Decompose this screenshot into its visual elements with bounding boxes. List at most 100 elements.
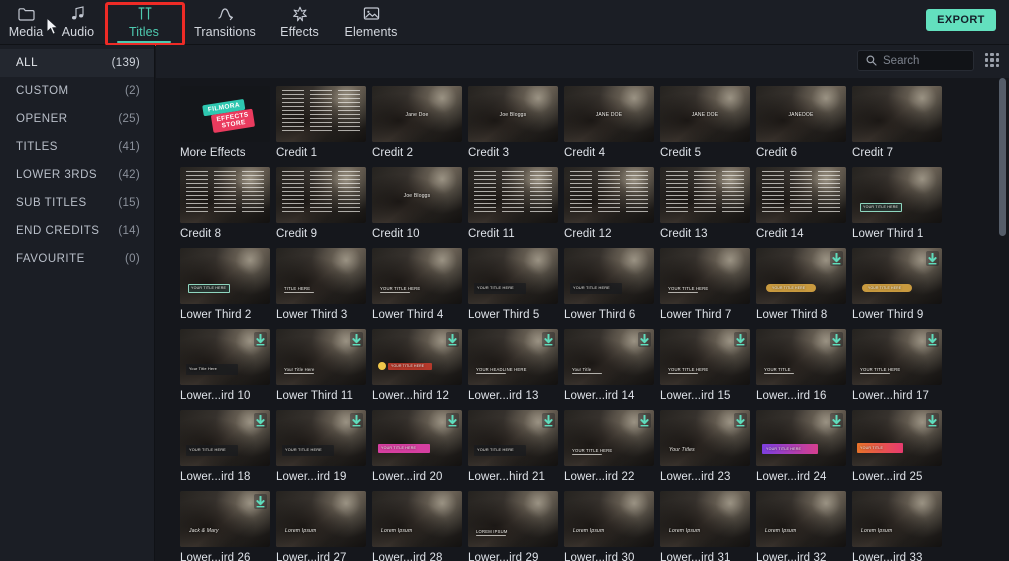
- title-template-item[interactable]: YOUR TITLE HERE Lower Third 7: [660, 248, 756, 321]
- sidebar-item-opener[interactable]: OPENER (25): [0, 105, 154, 133]
- title-template-thumbnail[interactable]: YOUR TITLE HERE: [372, 410, 462, 466]
- title-template-item[interactable]: TITLE HERE Lower Third 3: [276, 248, 372, 321]
- sidebar-item-end-credits[interactable]: END CREDITS (14): [0, 217, 154, 245]
- tab-transitions[interactable]: Transitions: [184, 0, 266, 45]
- title-template-thumbnail[interactable]: JANE DOE: [564, 86, 654, 142]
- title-template-item[interactable]: Jane Doe Credit 2: [372, 86, 468, 159]
- title-template-thumbnail[interactable]: Jack & Mary: [180, 491, 270, 547]
- title-template-thumbnail[interactable]: FILMORA EFFECTS STORE: [180, 86, 270, 142]
- title-template-item[interactable]: YOUR TITLE HERE Lower...ird 19: [276, 410, 372, 483]
- title-template-item[interactable]: Your Title Here Lower...ird 10: [180, 329, 276, 402]
- title-template-item[interactable]: YOUR TITLE HERE Lower Third 9: [852, 248, 948, 321]
- download-arrow-icon[interactable]: [542, 332, 555, 347]
- title-template-item[interactable]: Credit 13: [660, 167, 756, 240]
- title-template-thumbnail[interactable]: Your Title: [564, 329, 654, 385]
- title-template-item[interactable]: YOUR TITLE HERE Lower Third 2: [180, 248, 276, 321]
- title-template-thumbnail[interactable]: Lorem Ipsum: [660, 491, 750, 547]
- title-template-thumbnail[interactable]: Jane Doe: [372, 86, 462, 142]
- download-arrow-icon[interactable]: [830, 251, 843, 266]
- title-template-thumbnail[interactable]: JANE DOE: [660, 86, 750, 142]
- grid-view-icon[interactable]: [983, 51, 1001, 69]
- title-template-thumbnail[interactable]: YOUR TITLE HERE: [852, 248, 942, 304]
- download-arrow-icon[interactable]: [446, 413, 459, 428]
- title-template-item[interactable]: YOUR HEADLINE HERE Lower...ird 13: [468, 329, 564, 402]
- tab-audio[interactable]: Audio: [52, 0, 104, 45]
- title-template-item[interactable]: Credit 9: [276, 167, 372, 240]
- title-template-item[interactable]: JANEDOE Credit 6: [756, 86, 852, 159]
- title-template-thumbnail[interactable]: YOUR TITLE HERE: [660, 329, 750, 385]
- title-template-item[interactable]: JANE DOE Credit 5: [660, 86, 756, 159]
- sidebar-item-sub-titles[interactable]: SUB TITLES (15): [0, 189, 154, 217]
- title-template-item[interactable]: YOUR TITLE HERE Lower Third 4: [372, 248, 468, 321]
- title-template-thumbnail[interactable]: Your Title Here: [180, 329, 270, 385]
- title-template-thumbnail[interactable]: YOUR TITLE HERE: [660, 248, 750, 304]
- download-arrow-icon[interactable]: [446, 332, 459, 347]
- title-template-item[interactable]: Lorem Ipsum Lower...ird 28: [372, 491, 468, 561]
- title-template-item[interactable]: YOUR TITLE HERE Lower Third 1: [852, 167, 948, 240]
- title-template-thumbnail[interactable]: Joe Bloggs: [468, 86, 558, 142]
- title-template-item[interactable]: YOUR TITLE HERE Lower...hird 21: [468, 410, 564, 483]
- title-template-item[interactable]: Credit 8: [180, 167, 276, 240]
- title-template-item[interactable]: Lorem Ipsum Lower...ird 27: [276, 491, 372, 561]
- title-template-item[interactable]: Your Title Lower...ird 14: [564, 329, 660, 402]
- title-template-thumbnail[interactable]: YOUR TITLE: [756, 329, 846, 385]
- title-template-thumbnail[interactable]: YOUR TITLE HERE: [372, 248, 462, 304]
- title-template-item[interactable]: YOUR TITLE HERE Lower Third 5: [468, 248, 564, 321]
- title-template-thumbnail[interactable]: [468, 167, 558, 223]
- title-template-item[interactable]: YOUR TITLE Lower...ird 25: [852, 410, 948, 483]
- title-template-thumbnail[interactable]: YOUR TITLE HERE: [564, 410, 654, 466]
- title-template-thumbnail[interactable]: [276, 86, 366, 142]
- download-arrow-icon[interactable]: [926, 251, 939, 266]
- title-template-item[interactable]: Credit 12: [564, 167, 660, 240]
- tab-elements[interactable]: Elements: [333, 0, 409, 45]
- title-template-item[interactable]: Credit 1: [276, 86, 372, 159]
- download-arrow-icon[interactable]: [734, 413, 747, 428]
- title-template-thumbnail[interactable]: YOUR TITLE HERE: [852, 329, 942, 385]
- title-template-item[interactable]: Lorem Ipsum Lower...ird 32: [756, 491, 852, 561]
- content-scrollbar-track[interactable]: [999, 78, 1006, 561]
- title-template-thumbnail[interactable]: Your Title Here: [276, 329, 366, 385]
- sidebar-item-all[interactable]: ALL (139): [0, 49, 154, 77]
- download-arrow-icon[interactable]: [254, 413, 267, 428]
- title-template-item[interactable]: YOUR TITLE HERE Lower...ird 24: [756, 410, 852, 483]
- title-template-thumbnail[interactable]: YOUR TITLE HERE: [564, 248, 654, 304]
- title-template-item[interactable]: YOUR TITLE HERE Lower...hird 17: [852, 329, 948, 402]
- title-template-thumbnail[interactable]: Lorem Ipsum: [276, 491, 366, 547]
- download-arrow-icon[interactable]: [254, 494, 267, 509]
- title-template-thumbnail[interactable]: LOREM IPSUM: [468, 491, 558, 547]
- title-template-item[interactable]: Joe Bloggs Credit 10: [372, 167, 468, 240]
- tab-titles[interactable]: Titles: [104, 0, 184, 45]
- title-template-item[interactable]: YOUR TITLE HERE Lower...ird 15: [660, 329, 756, 402]
- title-template-item[interactable]: Credit 7: [852, 86, 948, 159]
- title-template-item[interactable]: YOUR TITLE HERE Lower Third 8: [756, 248, 852, 321]
- title-template-item[interactable]: YOUR TITLE HERE Lower Third 6: [564, 248, 660, 321]
- title-template-thumbnail[interactable]: Lorem Ipsum: [564, 491, 654, 547]
- content-scrollbar-thumb[interactable]: [999, 78, 1006, 236]
- title-template-thumbnail[interactable]: YOUR TITLE HERE: [180, 248, 270, 304]
- download-arrow-icon[interactable]: [830, 413, 843, 428]
- title-template-thumbnail[interactable]: [180, 167, 270, 223]
- title-template-thumbnail[interactable]: [660, 167, 750, 223]
- title-template-item[interactable]: JANE DOE Credit 4: [564, 86, 660, 159]
- title-template-thumbnail[interactable]: YOUR TITLE: [852, 410, 942, 466]
- download-arrow-icon[interactable]: [254, 332, 267, 347]
- title-template-thumbnail[interactable]: YOUR TITLE HERE: [276, 410, 366, 466]
- title-template-thumbnail[interactable]: YOUR TITLE HERE: [756, 410, 846, 466]
- title-template-thumbnail[interactable]: JANEDOE: [756, 86, 846, 142]
- title-template-thumbnail[interactable]: YOUR HEADLINE HERE: [468, 329, 558, 385]
- title-template-item[interactable]: YOUR TITLE HERE Lower...ird 22: [564, 410, 660, 483]
- title-template-item[interactable]: Credit 11: [468, 167, 564, 240]
- title-template-thumbnail[interactable]: Joe Bloggs: [372, 167, 462, 223]
- title-template-item[interactable]: Lorem Ipsum Lower...ird 33: [852, 491, 948, 561]
- title-template-thumbnail[interactable]: Lorem Ipsum: [372, 491, 462, 547]
- download-arrow-icon[interactable]: [638, 332, 651, 347]
- download-arrow-icon[interactable]: [926, 413, 939, 428]
- sidebar-item-custom[interactable]: CUSTOM (2): [0, 77, 154, 105]
- sidebar-item-titles[interactable]: TITLES (41): [0, 133, 154, 161]
- title-template-item[interactable]: Your Titles Lower...ird 23: [660, 410, 756, 483]
- title-template-thumbnail[interactable]: [852, 86, 942, 142]
- export-button[interactable]: EXPORT: [926, 9, 996, 31]
- title-template-thumbnail[interactable]: Your Titles: [660, 410, 750, 466]
- title-template-thumbnail[interactable]: YOUR TITLE HERE: [756, 248, 846, 304]
- title-template-thumbnail[interactable]: YOUR TITLE HERE: [852, 167, 942, 223]
